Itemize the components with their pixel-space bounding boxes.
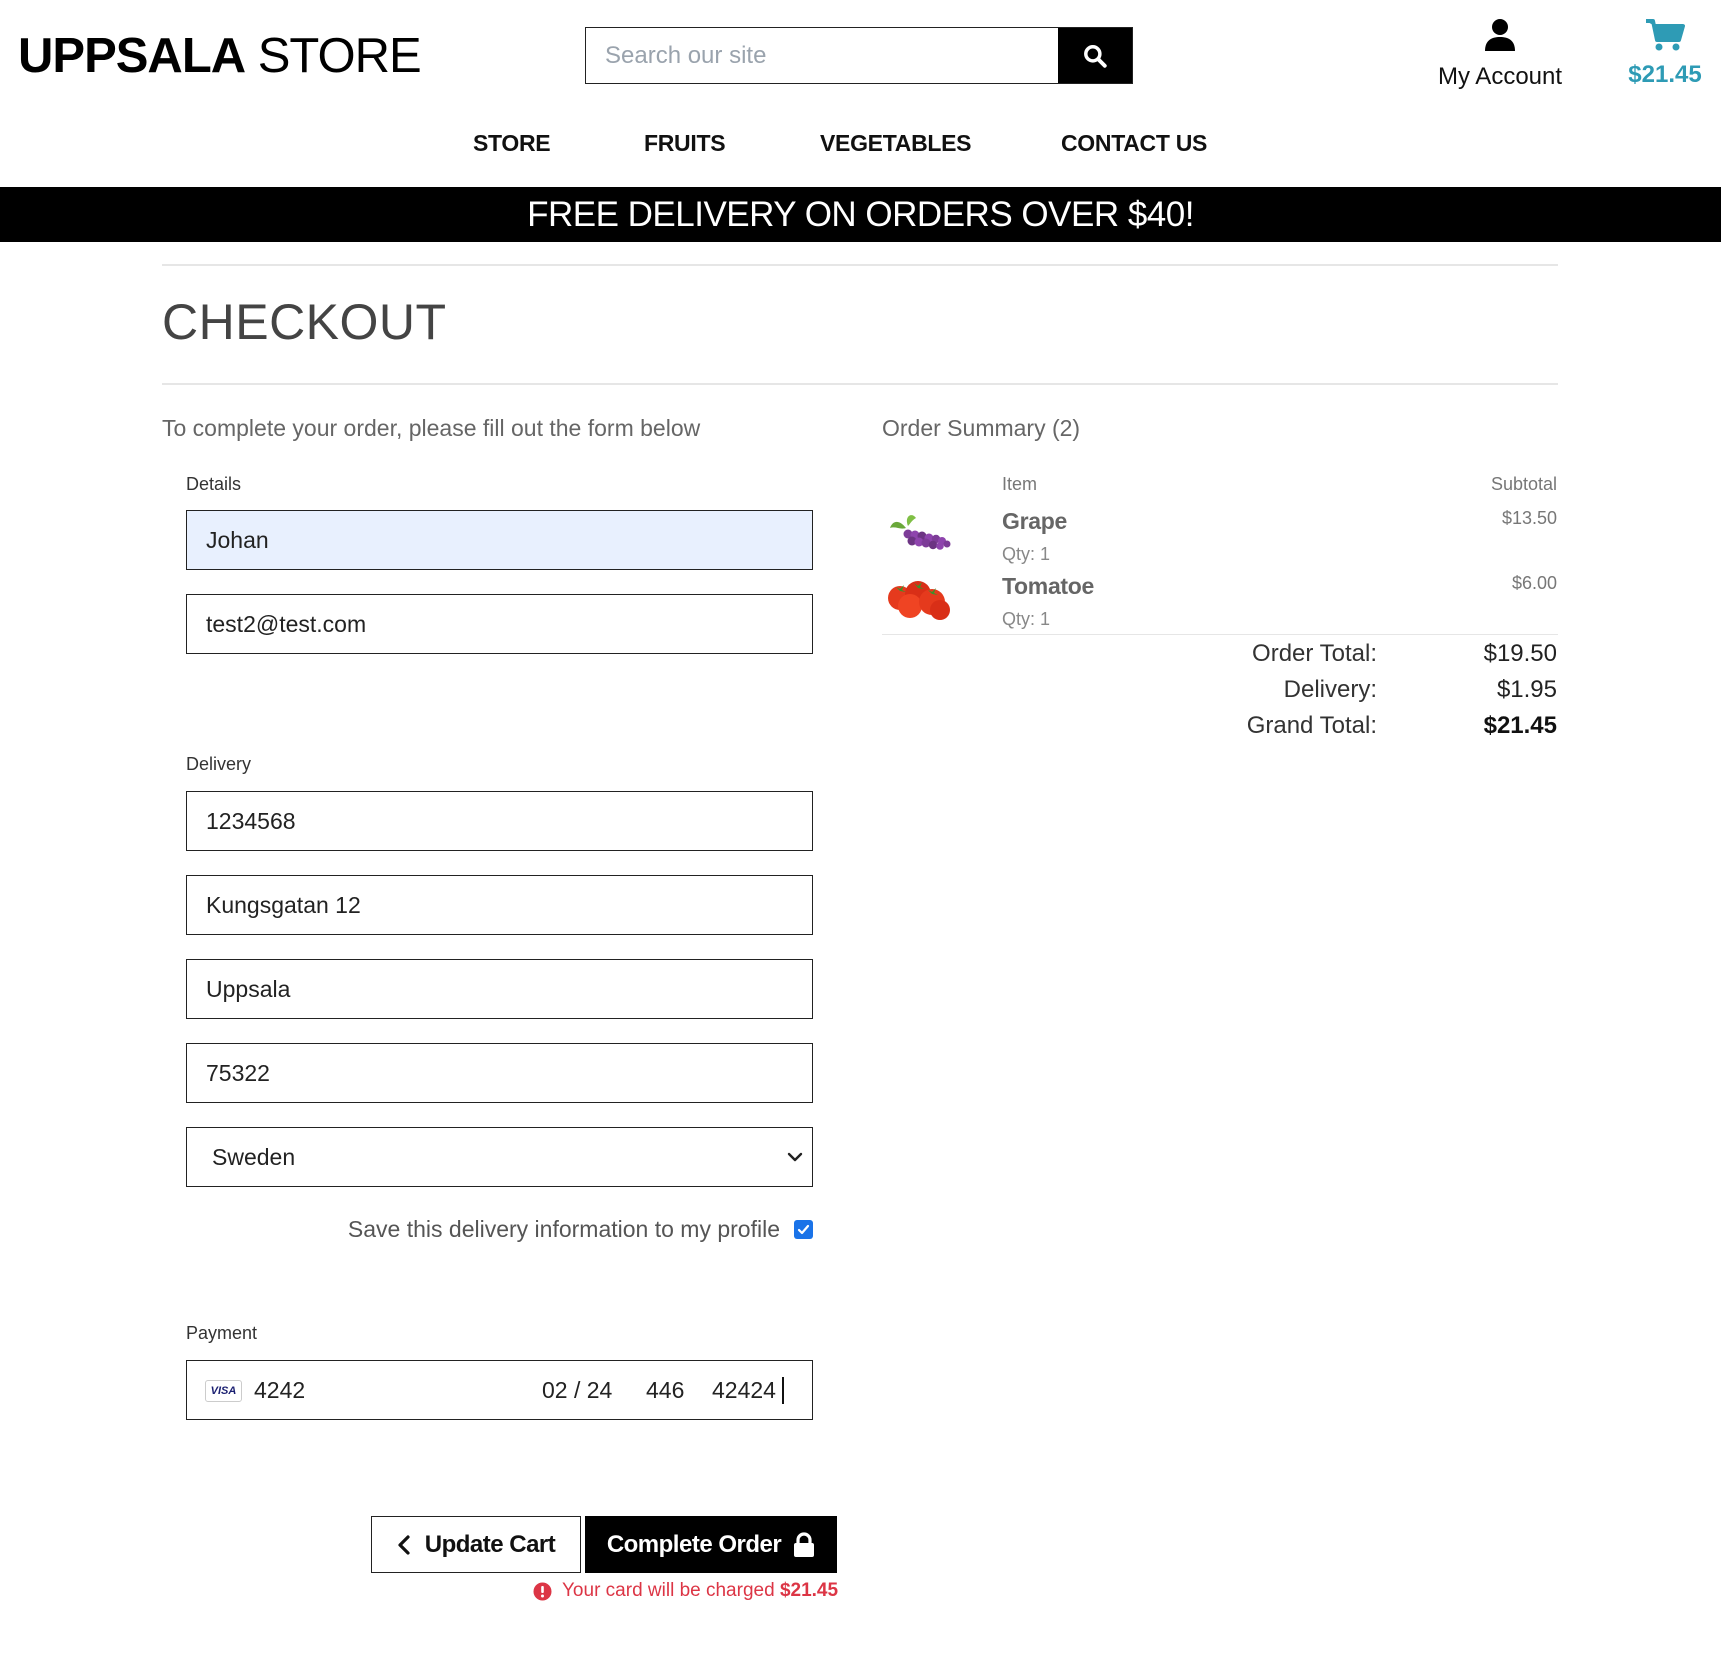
my-account-link[interactable]: My Account bbox=[1430, 18, 1570, 91]
card-number[interactable]: 4242 bbox=[254, 1361, 305, 1419]
email-field[interactable]: test2@test.com bbox=[186, 594, 813, 654]
full-name-field[interactable]: Johan bbox=[186, 510, 813, 570]
grand-total-label: Grand Total: bbox=[1246, 712, 1377, 739]
phone-field[interactable]: 1234568 bbox=[186, 791, 813, 851]
card-input[interactable]: VISA 4242 02 / 24 446 42424 bbox=[186, 1360, 813, 1420]
complete-order-button[interactable]: Complete Order bbox=[585, 1516, 837, 1573]
chevron-left-icon bbox=[398, 1534, 410, 1555]
item-qty-grape: Qty: 1 bbox=[1002, 544, 1051, 564]
search-input[interactable] bbox=[586, 28, 1058, 83]
card-zip[interactable]: 42424 bbox=[712, 1361, 776, 1419]
logo-bold: UPPSALA bbox=[18, 29, 246, 83]
summary-divider bbox=[882, 634, 1558, 635]
details-label: Details bbox=[186, 474, 242, 494]
divider-title bbox=[162, 383, 1558, 385]
city-field[interactable]: Uppsala bbox=[186, 959, 813, 1019]
nav-store[interactable]: STORE bbox=[473, 130, 551, 157]
cart-total: $21.45 bbox=[1628, 61, 1702, 88]
delivery-cost-value: $1.95 bbox=[1496, 676, 1557, 703]
street-field[interactable]: Kungsgatan 12 bbox=[186, 875, 813, 935]
item-column-header: Item bbox=[1002, 474, 1038, 494]
charge-text: Your card will be charged bbox=[562, 1580, 775, 1601]
chevron-down-icon bbox=[787, 1152, 803, 1162]
card-cvc[interactable]: 446 bbox=[646, 1361, 684, 1419]
user-icon bbox=[1485, 19, 1515, 51]
text-caret bbox=[782, 1377, 784, 1404]
postcode-field[interactable]: 75322 bbox=[186, 1043, 813, 1103]
alert-icon bbox=[533, 1582, 552, 1600]
grape-image bbox=[884, 508, 956, 560]
form-intro: To complete your order, please fill out … bbox=[162, 415, 701, 441]
item-price-tomatoe: $6.00 bbox=[1511, 573, 1557, 593]
country-select[interactable]: Sweden bbox=[186, 1127, 813, 1187]
my-account-label: My Account bbox=[1437, 63, 1563, 90]
delivery-label: Delivery bbox=[186, 754, 252, 774]
search-bar bbox=[585, 27, 1133, 84]
divider-top bbox=[162, 264, 1558, 266]
charge-amount: $21.45 bbox=[779, 1580, 839, 1601]
update-cart-label: Update Cart bbox=[424, 1530, 556, 1558]
store-logo[interactable]: UPPSALA STORE bbox=[18, 28, 422, 84]
lock-icon bbox=[794, 1531, 815, 1557]
cart-link[interactable]: $21.45 bbox=[1620, 18, 1710, 89]
search-icon bbox=[1084, 44, 1107, 68]
save-info-checkbox[interactable] bbox=[794, 1220, 813, 1239]
visa-icon: VISA bbox=[205, 1380, 242, 1402]
card-expiry[interactable]: 02 / 24 bbox=[542, 1361, 612, 1419]
check-icon bbox=[797, 1224, 810, 1235]
nav-fruits[interactable]: FRUITS bbox=[644, 130, 726, 157]
delivery-banner: FREE DELIVERY ON ORDERS OVER $40! bbox=[0, 187, 1721, 242]
save-info-row: Save this delivery information to my pro… bbox=[330, 1214, 813, 1246]
order-total-value: $19.50 bbox=[1483, 640, 1557, 667]
payment-label: Payment bbox=[186, 1323, 258, 1343]
charge-notice: Your card will be charged $21.45 bbox=[533, 1580, 838, 1602]
cart-icon bbox=[1646, 19, 1685, 51]
country-value: Sweden bbox=[212, 1144, 296, 1170]
item-name-tomatoe: Tomatoe bbox=[1002, 573, 1095, 599]
nav-contact-us[interactable]: CONTACT US bbox=[1061, 130, 1207, 157]
order-total-label: Order Total: bbox=[1252, 640, 1377, 667]
item-price-grape: $13.50 bbox=[1501, 508, 1557, 528]
item-name-grape: Grape bbox=[1002, 508, 1067, 534]
logo-light: STORE bbox=[245, 29, 422, 83]
update-cart-button[interactable]: Update Cart bbox=[371, 1516, 581, 1573]
delivery-cost-label: Delivery: bbox=[1283, 676, 1377, 703]
grand-total-value: $21.45 bbox=[1483, 712, 1557, 739]
main-nav: STORE FRUITS VEGETABLES CONTACT US bbox=[0, 130, 1721, 160]
save-info-label[interactable]: Save this delivery information to my pro… bbox=[348, 1216, 780, 1243]
complete-order-label: Complete Order bbox=[606, 1530, 782, 1558]
subtotal-column-header: Subtotal bbox=[1490, 474, 1557, 494]
search-button[interactable] bbox=[1058, 28, 1132, 83]
item-qty-tomatoe: Qty: 1 bbox=[1002, 609, 1051, 629]
tomato-image bbox=[884, 570, 956, 622]
nav-vegetables[interactable]: VEGETABLES bbox=[820, 130, 972, 157]
order-summary-title: Order Summary (2) bbox=[882, 415, 1081, 441]
page-title: CHECKOUT bbox=[162, 294, 447, 350]
